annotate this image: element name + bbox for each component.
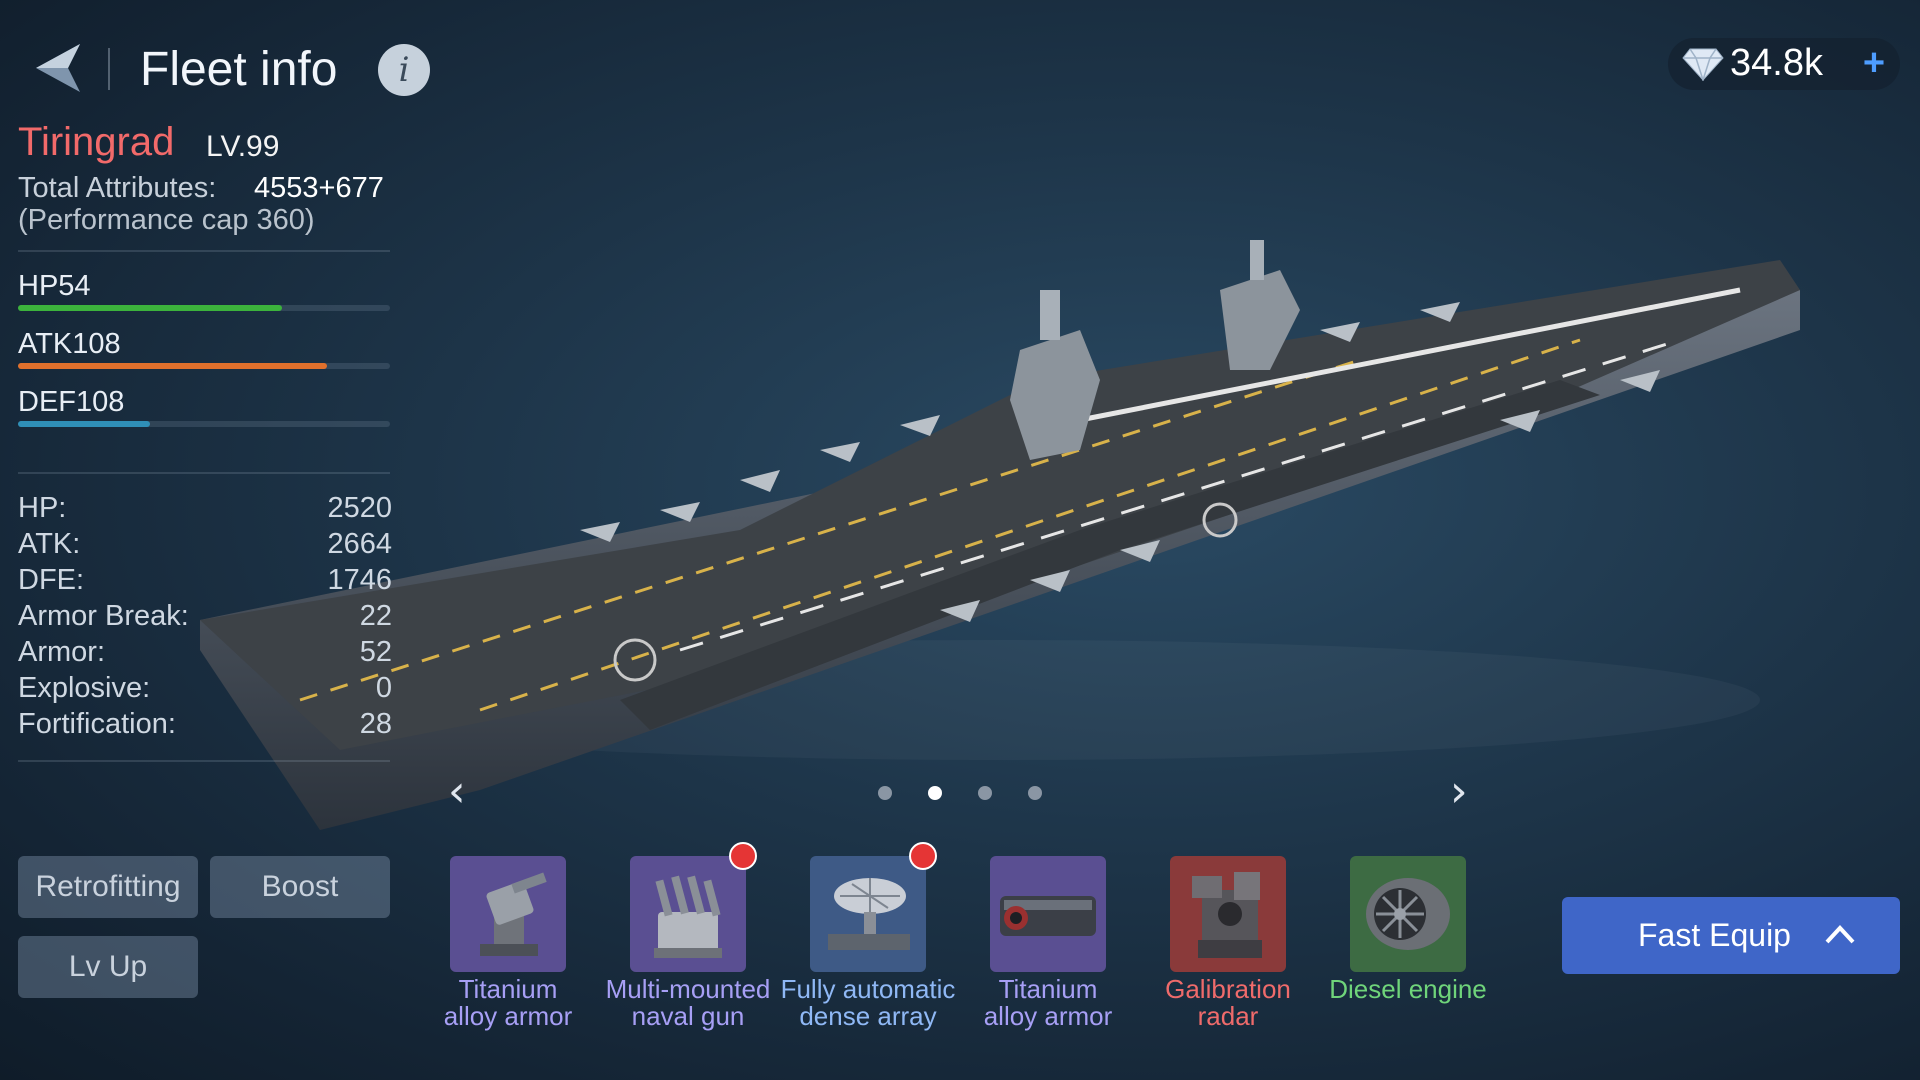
currency-display: 34.8k + <box>1668 38 1900 90</box>
currency-amount: 34.8k <box>1730 42 1823 84</box>
equipment-slot[interactable] <box>990 856 1106 972</box>
notification-dot <box>909 842 937 870</box>
equipment-slot[interactable] <box>1350 856 1466 972</box>
performance-cap: (Performance cap 360) <box>18 204 315 236</box>
notification-dot <box>729 842 757 870</box>
hp-bar-fill <box>18 305 283 311</box>
boost-button[interactable]: Boost <box>210 856 390 918</box>
diamond-icon <box>1682 48 1724 81</box>
lv-up-button[interactable]: Lv Up <box>18 936 198 998</box>
equipment-label: Titanium alloy armor <box>418 976 598 1030</box>
equipment-label-line2: alloy armor <box>983 1001 1113 1031</box>
stat-label: HP: <box>18 492 67 524</box>
fast-equip-button[interactable]: Fast Equip <box>1562 897 1900 974</box>
equipment-label-line2: naval gun <box>631 1001 745 1031</box>
equipment-label-line1: Diesel engine <box>1329 974 1487 1004</box>
stat-value: 2520 <box>327 492 392 524</box>
ship-name: Tiringrad <box>18 120 175 164</box>
def-bar-fill <box>18 421 151 427</box>
def-bar-label: DEF108 <box>18 386 125 418</box>
naval-gun-icon <box>630 856 746 972</box>
page-dot[interactable] <box>1028 786 1042 800</box>
atk-bar-label: ATK108 <box>18 328 121 360</box>
page-dot[interactable] <box>978 786 992 800</box>
radar-machine-icon <box>1170 856 1286 972</box>
armor-module-icon <box>990 856 1106 972</box>
hp-bar-label: HP54 <box>18 270 91 302</box>
equipment-label-line2: dense array <box>799 1001 937 1031</box>
header-divider <box>108 48 110 90</box>
equipment-label-line1: Titanium <box>998 974 1098 1004</box>
equipment-label: Diesel engine <box>1318 976 1498 1003</box>
equipment-slot[interactable] <box>1170 856 1286 972</box>
engine-icon <box>1350 856 1466 972</box>
back-arrow-icon <box>36 44 80 92</box>
stat-label: DFE: <box>18 564 85 596</box>
page-dot[interactable] <box>878 786 892 800</box>
divider <box>18 250 390 252</box>
stat-label: Fortification: <box>18 708 176 740</box>
equipment-slot[interactable] <box>630 856 746 972</box>
stat-value: 0 <box>375 672 392 704</box>
total-attributes-label: Total Attributes: <box>18 172 217 204</box>
equipment-label: Fully automatic dense array <box>778 976 958 1030</box>
prev-page-arrow[interactable]: ‹ <box>448 770 466 814</box>
page-title: Fleet info <box>140 43 338 96</box>
radar-array-icon <box>810 856 926 972</box>
info-button[interactable]: i <box>378 44 430 96</box>
total-attributes-value: 4553+677 <box>254 172 384 204</box>
def-bar <box>18 421 390 427</box>
turret-icon <box>450 856 566 972</box>
back-button[interactable] <box>28 38 88 98</box>
divider <box>18 760 390 762</box>
equipment-label-line1: Fully automatic <box>780 974 956 1004</box>
page-dot-active[interactable] <box>928 786 942 800</box>
stat-value: 2664 <box>327 528 392 560</box>
stat-label: ATK: <box>18 528 81 560</box>
next-page-arrow[interactable]: › <box>1450 770 1468 814</box>
retrofitting-button[interactable]: Retrofitting <box>18 856 198 918</box>
stat-label: Armor Break: <box>18 600 189 632</box>
divider <box>18 472 390 474</box>
stat-value: 1746 <box>327 564 392 596</box>
stat-label: Armor: <box>18 636 105 668</box>
hp-bar <box>18 305 390 311</box>
stat-value: 22 <box>359 600 392 632</box>
stat-value: 28 <box>359 708 392 740</box>
stat-label: Explosive: <box>18 672 151 704</box>
equipment-slot[interactable] <box>450 856 566 972</box>
stat-value: 52 <box>359 636 392 668</box>
ship-level: LV.99 <box>206 130 280 163</box>
equipment-label-line2: alloy armor <box>443 1001 573 1031</box>
equipment-slot[interactable] <box>810 856 926 972</box>
equipment-label-line1: Galibration <box>1165 974 1291 1004</box>
equipment-label-line1: Multi-mounted <box>605 974 771 1004</box>
atk-bar <box>18 363 390 369</box>
atk-bar-fill <box>18 363 327 369</box>
equipment-label: Titanium alloy armor <box>958 976 1138 1030</box>
equipment-label-line1: Titanium <box>458 974 558 1004</box>
chevron-up-icon <box>1825 925 1855 944</box>
aircraft-carrier-image <box>200 240 1800 830</box>
add-currency-button[interactable]: + <box>1854 44 1894 84</box>
equipment-label-line2: radar <box>1197 1001 1259 1031</box>
equipment-label: Galibration radar <box>1138 976 1318 1030</box>
fast-equip-label: Fast Equip <box>1638 917 1791 953</box>
equipment-label: Multi-mounted naval gun <box>598 976 778 1030</box>
